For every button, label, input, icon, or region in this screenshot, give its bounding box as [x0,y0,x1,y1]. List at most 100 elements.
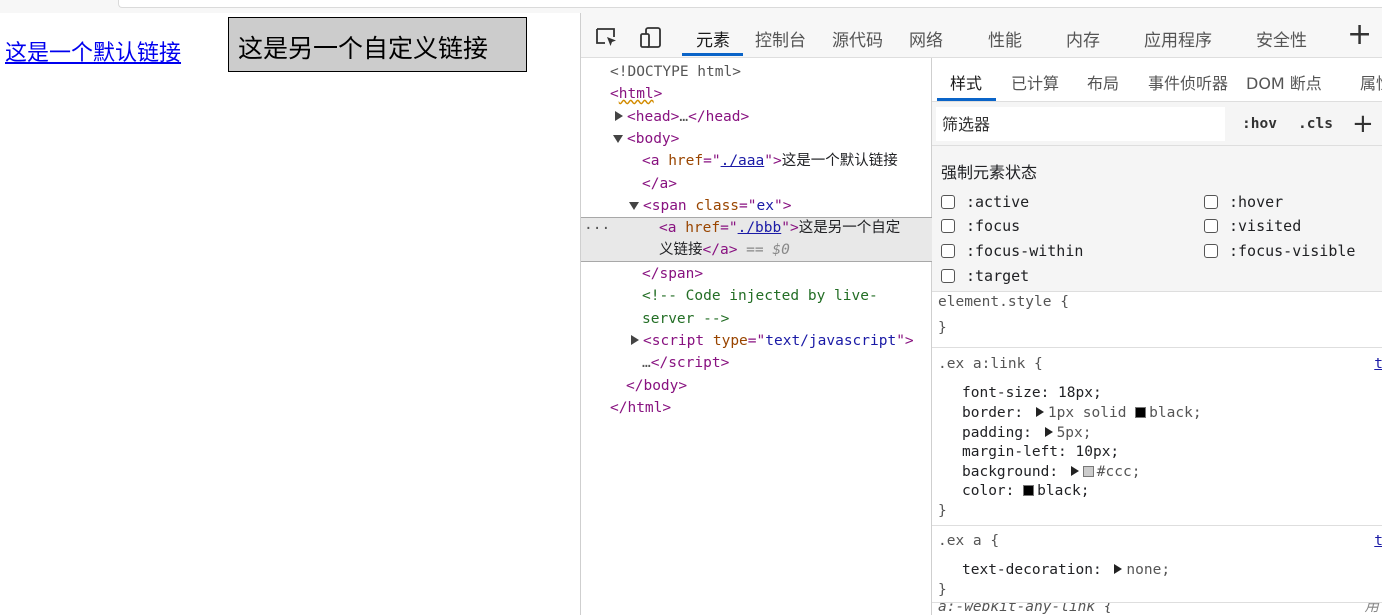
new-style-rule-plus-icon[interactable]: + [1352,111,1374,137]
inspect-element-icon[interactable] [594,25,620,51]
rule-selector: .ex a:link { [938,356,1043,372]
subtab-layout[interactable]: 布局 [1087,70,1119,94]
tree-a1-close[interactable]: </a> [642,173,677,195]
expand-arrow-icon[interactable] [1044,427,1053,437]
checkbox[interactable] [941,219,955,233]
tree-span-close[interactable]: </span> [642,263,703,285]
styles-filter-input[interactable] [936,107,1225,141]
tree-script-close[interactable]: …</script> [642,352,729,374]
node-actions-dots[interactable]: ··· [584,218,610,240]
script-close-tag-name: script [668,355,721,371]
styles-subtabs: 样式 已计算 布局 事件侦听器 DOM 断点 属性 [932,58,1382,102]
tree-head[interactable]: <head>…</head> [615,106,749,128]
color-swatch[interactable] [1082,466,1094,477]
tree-a2-close[interactable]: 义链接</a> == $0 [659,239,790,261]
rule-source-link[interactable]: t [1374,354,1382,374]
tab-application[interactable]: 应用程序 [1144,26,1212,51]
collapse-arrow-icon[interactable] [613,135,623,143]
tree-doctype[interactable]: <!DOCTYPE html> [610,61,741,83]
span-tag-name: span [651,198,687,214]
a2-text-node: 这是另一个自定 [798,220,901,236]
a2-href-value[interactable]: ./bbb [738,220,782,236]
checkbox[interactable] [1204,244,1218,258]
state-focus[interactable]: :focus [941,217,1020,235]
tab-elements[interactable]: 元素 [696,26,730,51]
checkbox[interactable] [941,269,955,283]
decl-font-size[interactable]: font-size: 18px; [962,383,1102,403]
tree-span-open[interactable]: <span class="ex"> [629,195,791,217]
state-visited[interactable]: :visited [1204,217,1301,235]
tree-script-open[interactable]: <script type="text/javascript"> [631,330,914,352]
tree-comment-1[interactable]: <!-- Code injected by live- [642,285,878,307]
tab-console[interactable]: 控制台 [755,26,806,51]
rule-ex-a-link[interactable]: .ex a:link { t font-size: 18px; border: … [932,348,1382,526]
device-toolbar-icon[interactable] [638,25,664,51]
dots-icon[interactable]: ··· [584,221,610,237]
cls-toggle[interactable]: .cls [1298,116,1333,132]
subtab-dom-breakpoints[interactable]: DOM 断点 [1246,70,1322,94]
expand-arrow-icon[interactable] [615,111,623,121]
dom-tree: <!DOCTYPE html> <html> <head>…</head> <b… [581,58,932,615]
href-attr: href [685,220,721,236]
expand-arrow-icon[interactable] [1070,466,1079,476]
prop-value: 5px; [1056,425,1092,441]
checkbox[interactable] [941,195,955,209]
tree-a1-open[interactable]: <a href="./aaa">这是一个默认链接 [642,150,898,172]
decl-color[interactable]: color: black; [962,481,1090,501]
state-label: :active [966,193,1030,211]
subtab-computed[interactable]: 已计算 [1011,70,1059,94]
subtab-event-listeners[interactable]: 事件侦听器 [1148,70,1228,94]
custom-link[interactable]: 这是另一个自定义链接 [228,17,527,72]
subtab-properties[interactable]: 属性 [1360,70,1382,94]
decl-border[interactable]: border: 1px solid black; [962,403,1202,423]
decl-margin-left[interactable]: margin-left: 10px; [962,442,1119,462]
tab-security[interactable]: 安全性 [1256,26,1307,51]
checkbox[interactable] [941,244,955,258]
rule-selector: a:-webkit-any-link { [938,603,1113,615]
rule-source-link[interactable]: t [1374,531,1382,551]
expand-arrow-icon[interactable] [631,335,639,345]
rule-ex-a[interactable]: .ex a { t text-decoration: none; } [932,526,1382,603]
color-swatch[interactable] [1135,407,1147,418]
decl-background[interactable]: background: #ccc; [962,462,1140,482]
span-class-value: ex [756,198,774,214]
html-tag-name: html [618,86,654,102]
tree-html-close[interactable]: </html> [610,397,671,419]
tab-memory[interactable]: 内存 [1066,26,1100,51]
tab-network[interactable]: 网络 [909,26,943,51]
expand-arrow-icon[interactable] [1114,564,1123,574]
a1-href-value[interactable]: ./aaa [721,153,765,169]
styles-pane: 样式 已计算 布局 事件侦听器 DOM 断点 属性 :hov .cls + 强制… [932,58,1382,615]
a-close-tag-name: a [719,242,729,258]
checkbox[interactable] [1204,219,1218,233]
collapse-arrow-icon[interactable] [629,202,639,210]
state-hover[interactable]: :hover [1204,193,1283,211]
tab-performance[interactable]: 性能 [988,26,1022,51]
state-target[interactable]: :target [941,267,1029,285]
rule-close-brace: } [938,582,947,598]
page-viewport: 这是一个默认链接 这是另一个自定义链接 [0,13,580,615]
styles-filter-bar: :hov .cls + [932,102,1382,146]
hov-toggle[interactable]: :hov [1242,116,1277,132]
rule-element-style[interactable]: element.style { } [932,292,1382,348]
checkbox[interactable] [1204,195,1218,209]
tree-comment-2[interactable]: server --> [642,308,729,330]
tab-sources[interactable]: 源代码 [832,26,883,51]
tree-a2-open[interactable]: <a href="./bbb">这是另一个自定 [659,217,900,239]
tree-body-open[interactable]: <body> [613,128,679,150]
decl-padding[interactable]: padding: 5px; [962,423,1092,443]
state-active[interactable]: :active [941,193,1029,211]
default-link[interactable]: 这是一个默认链接 [5,35,181,67]
rule-webkit-any-link[interactable]: a:-webkit-any-link { 用 [932,603,1382,615]
subtab-styles[interactable]: 样式 [950,70,982,94]
tree-body-close[interactable]: </body> [626,375,687,397]
decl-text-decoration[interactable]: text-decoration: none; [962,560,1170,580]
more-tabs-plus-icon[interactable]: + [1347,20,1372,50]
prop-name: background [962,464,1050,480]
color-swatch[interactable] [1023,485,1035,496]
tree-html-open[interactable]: <html> [610,83,662,105]
expand-arrow-icon[interactable] [1035,407,1044,417]
state-focus-within[interactable]: :focus-within [941,242,1083,260]
state-focus-visible[interactable]: :focus-visible [1204,242,1355,260]
active-tab-indicator [682,53,743,56]
